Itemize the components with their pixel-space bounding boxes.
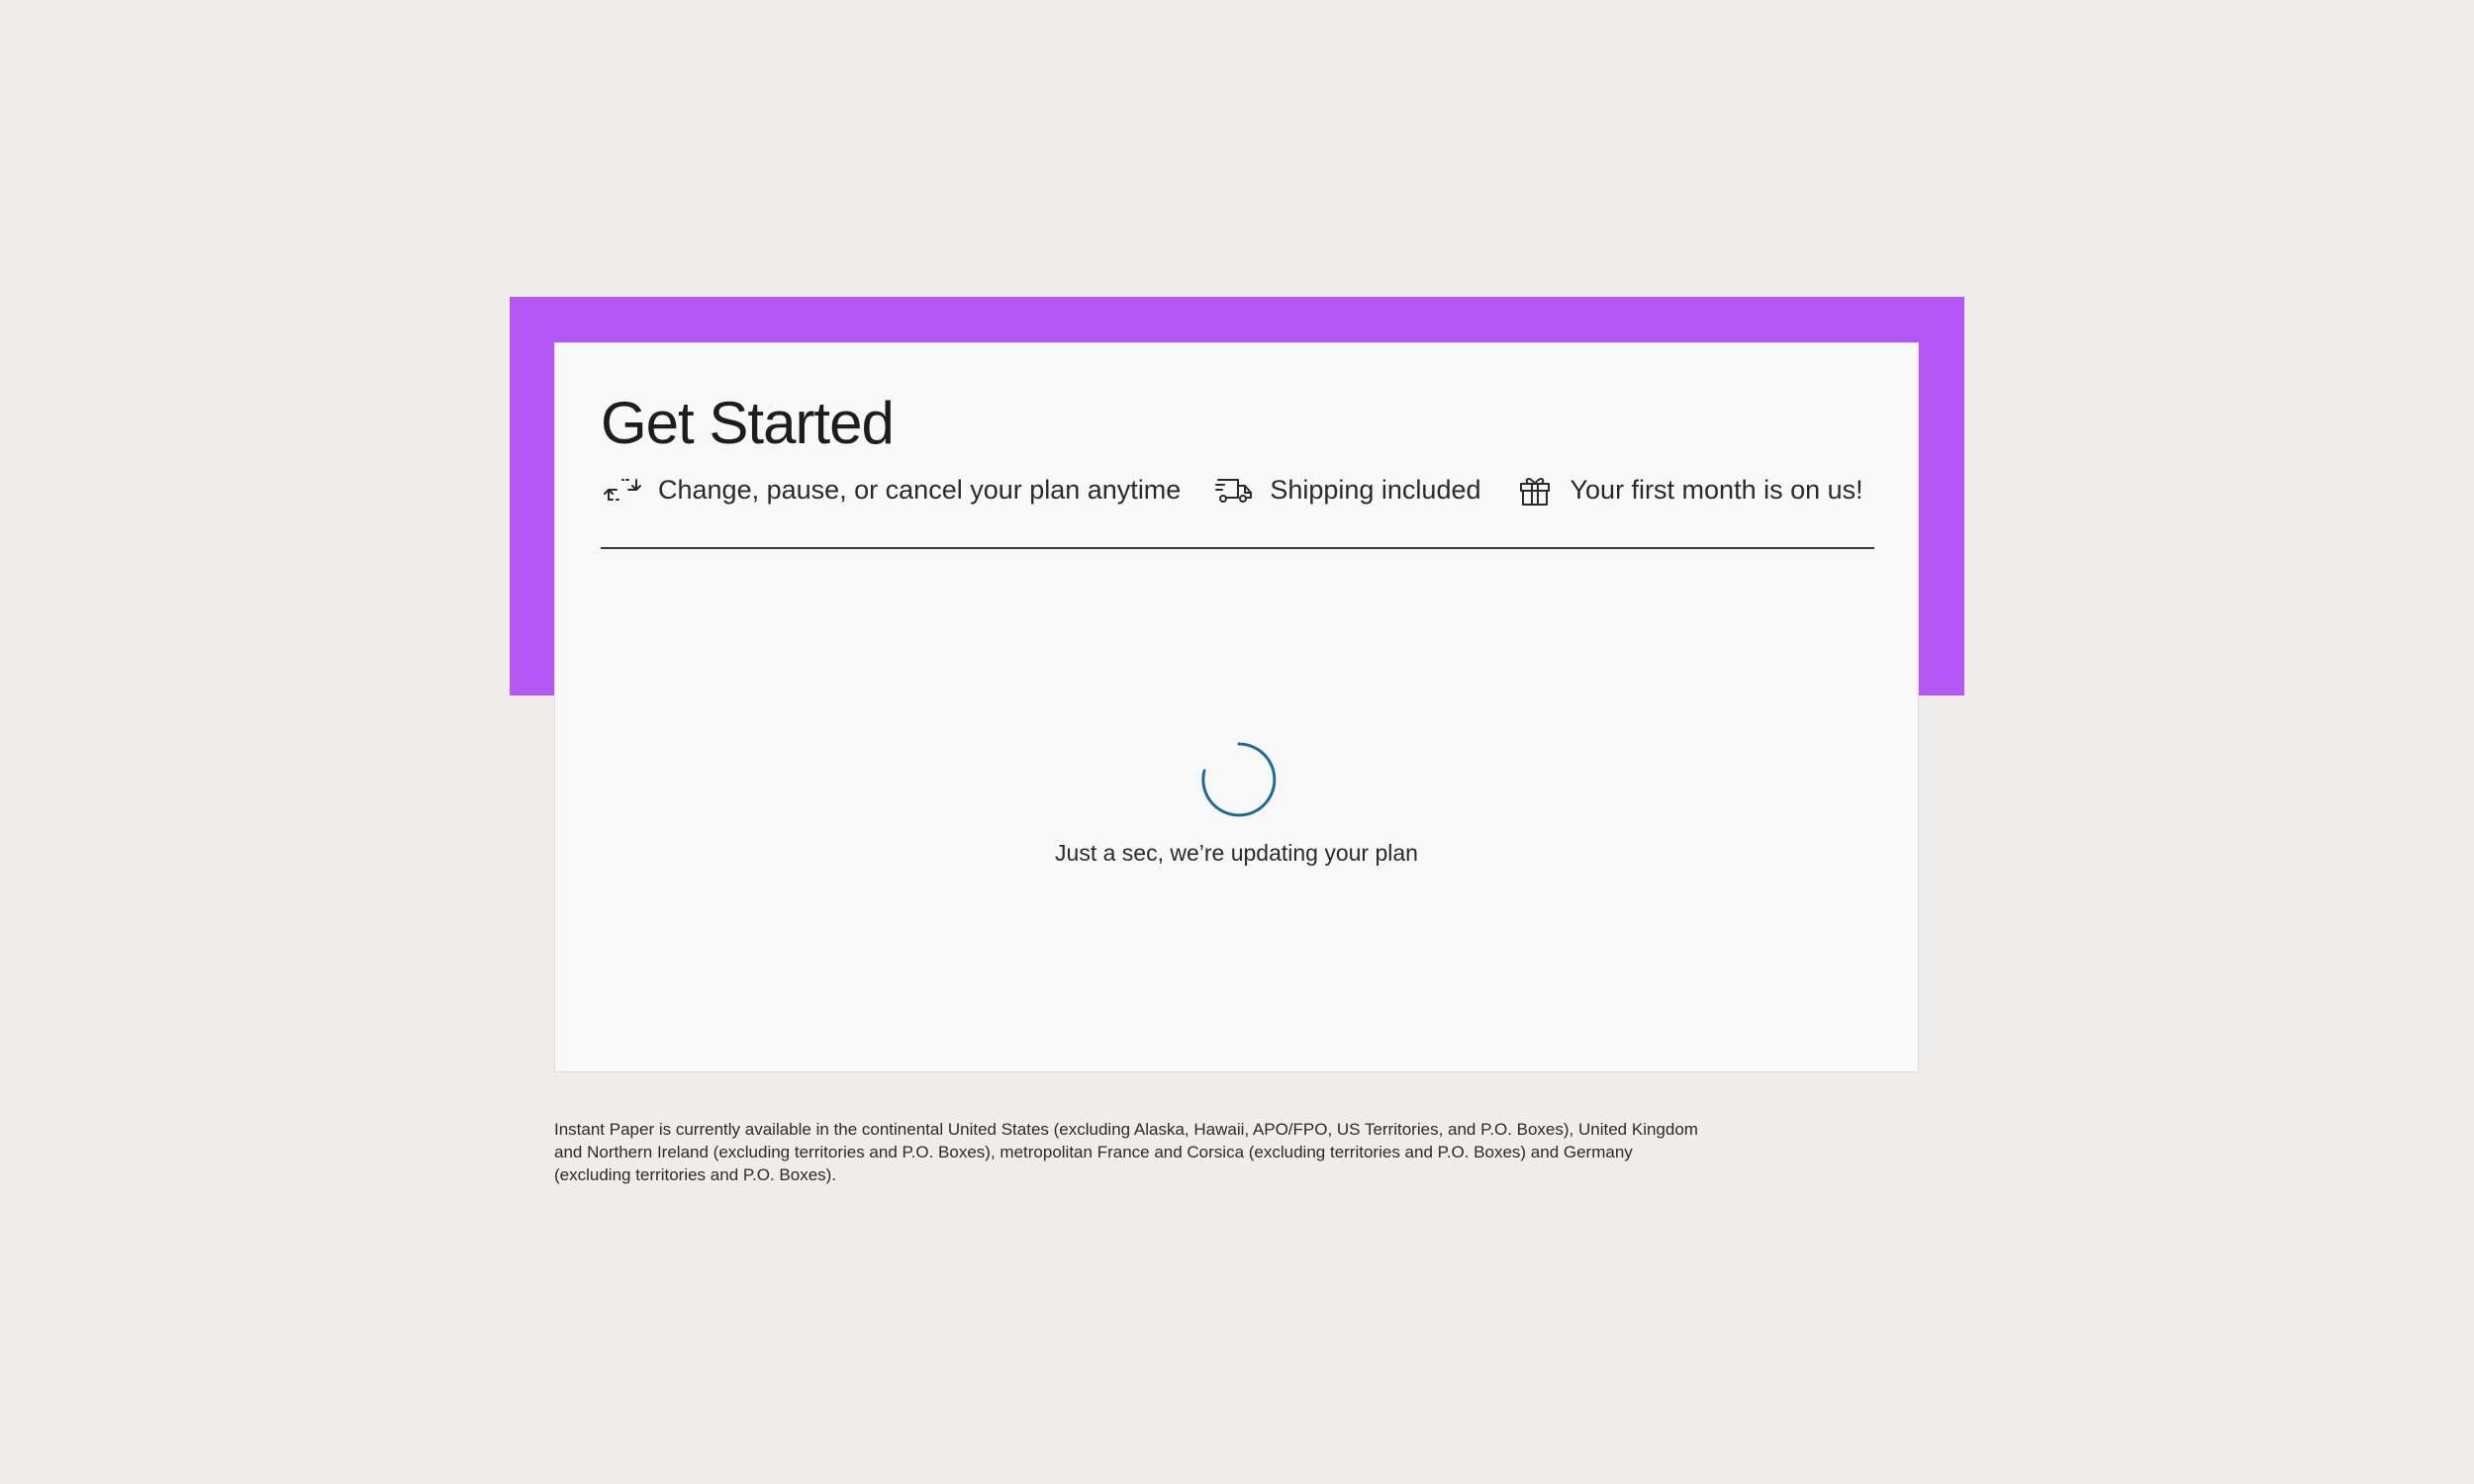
delivery-truck-icon	[1214, 470, 1254, 510]
benefit-label: Shipping included	[1270, 474, 1481, 505]
loading-spinner	[1201, 742, 1277, 817]
benefits-list: Change, pause, or cancel your plan anyti…	[603, 470, 1897, 510]
benefit-label: Change, pause, or cancel your plan anyti…	[658, 474, 1182, 505]
section-divider	[601, 547, 1874, 549]
benefit-flexible-plan: Change, pause, or cancel your plan anyti…	[603, 470, 1181, 510]
benefit-label: Your first month is on us!	[1570, 474, 1863, 505]
gift-icon	[1515, 470, 1555, 510]
repeat-arrows-icon	[603, 470, 642, 510]
benefit-free-month: Your first month is on us!	[1515, 470, 1863, 510]
page-title: Get Started	[601, 390, 895, 456]
benefit-shipping: Shipping included	[1214, 470, 1481, 510]
availability-disclaimer: Instant Paper is currently available in …	[554, 1120, 1698, 1184]
loading-message: Just a sec, we’re updating your plan	[1055, 840, 1418, 866]
plan-card: Get Started Change, pause, or cancel you…	[554, 342, 1919, 1072]
